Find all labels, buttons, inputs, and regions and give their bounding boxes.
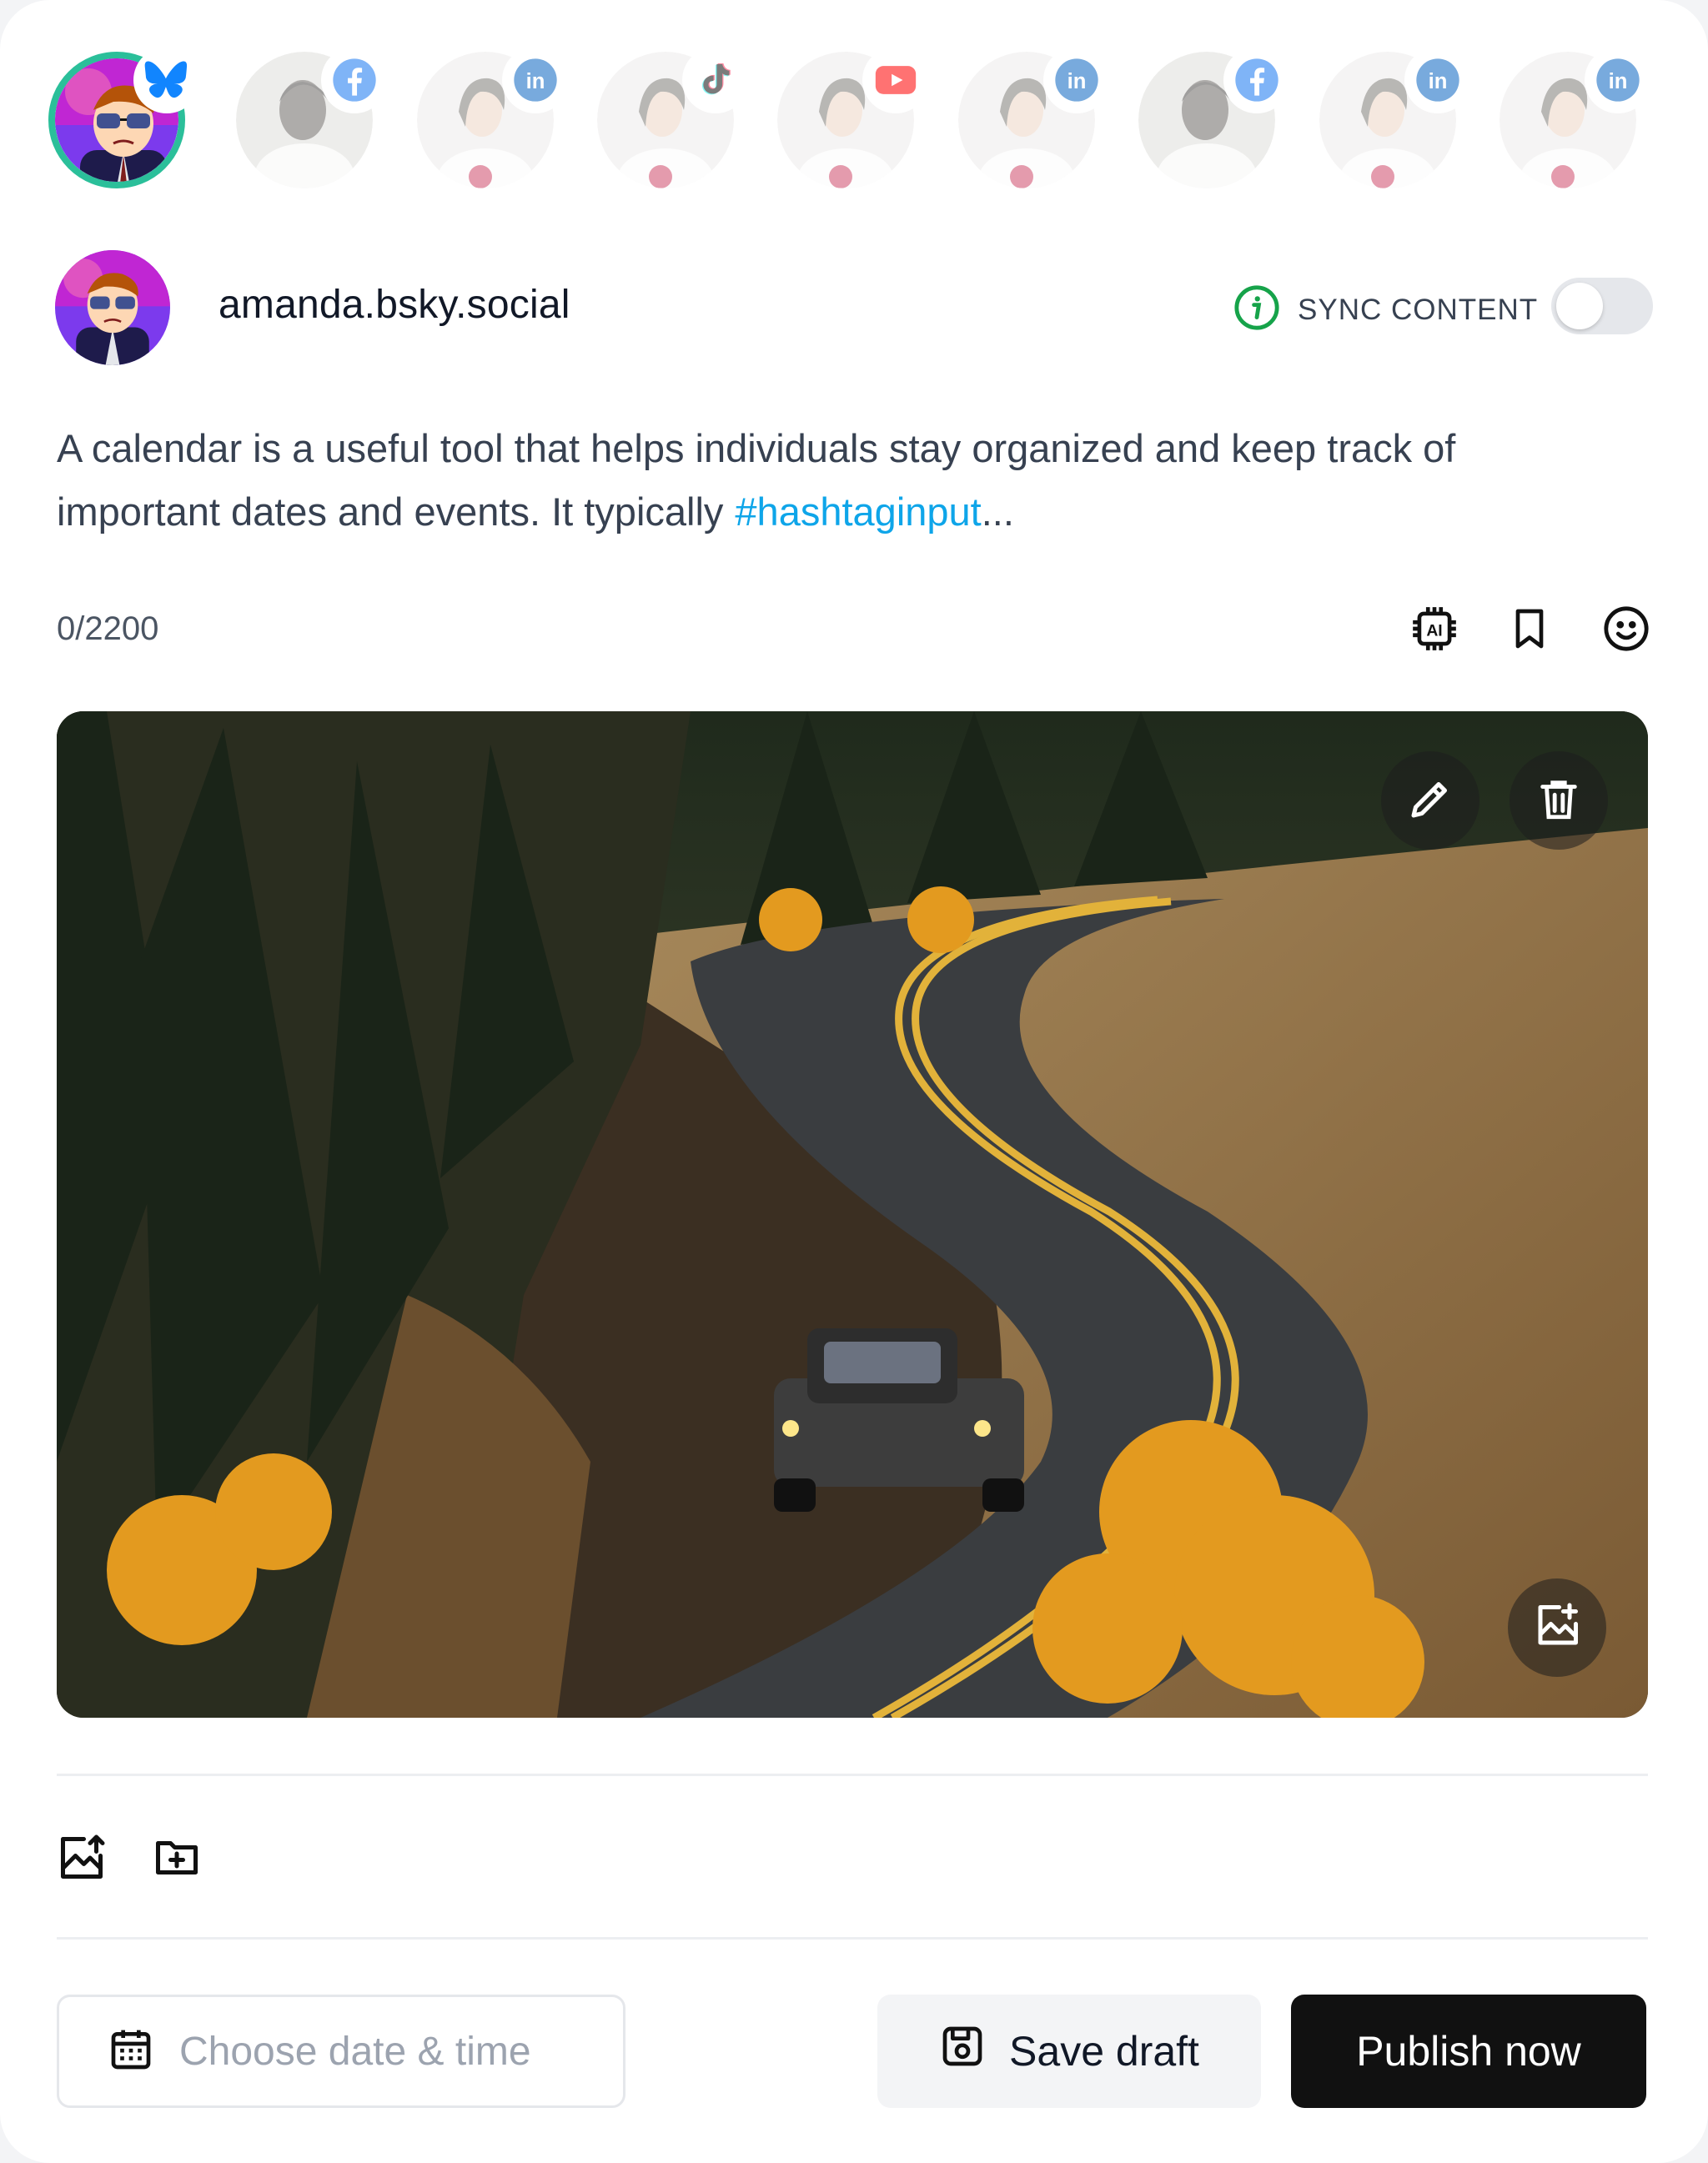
edit-image-button[interactable] [1381, 751, 1479, 850]
pencil-icon [1405, 774, 1455, 828]
youtube-icon [862, 47, 929, 113]
character-counter: 0/2200 [57, 610, 159, 647]
divider [57, 1774, 1648, 1776]
divider [57, 1937, 1648, 1940]
post-image [57, 711, 1648, 1718]
emoji-icon[interactable] [1600, 602, 1653, 655]
publish-now-label: Publish now [1356, 2028, 1581, 2075]
svg-text:in: in [1429, 70, 1448, 93]
post-composer-card: in in in in amanda.bsky.social SYNC CONT… [0, 0, 1708, 2163]
linkedin-icon: in [502, 47, 569, 113]
add-folder-button[interactable] [148, 1831, 205, 1888]
account-avatar-linkedin[interactable]: in [1319, 47, 1471, 188]
info-icon[interactable] [1233, 284, 1281, 336]
sync-content-toggle[interactable] [1551, 278, 1653, 334]
account-avatar-linkedin[interactable]: in [417, 47, 569, 188]
linkedin-icon: in [1585, 47, 1651, 113]
add-image-icon [1532, 1601, 1582, 1655]
facebook-icon [1223, 47, 1290, 113]
svg-text:in: in [526, 70, 545, 93]
save-draft-label: Save draft [1009, 2028, 1199, 2075]
save-draft-button[interactable]: Save draft [877, 1995, 1261, 2108]
ai-chip-icon[interactable]: AI [1408, 602, 1461, 655]
sync-content-label: SYNC CONTENT [1298, 293, 1539, 326]
calendar-icon [108, 2026, 154, 2077]
linkedin-icon: in [1404, 47, 1471, 113]
svg-text:in: in [1609, 70, 1628, 93]
road-landscape-photo [57, 711, 1648, 1718]
svg-text:AI: AI [1426, 622, 1442, 640]
bluesky-icon [133, 47, 200, 113]
post-text[interactable]: A calendar is a useful tool that helps i… [57, 417, 1625, 544]
svg-text:in: in [1068, 70, 1087, 93]
account-avatar-linkedin[interactable]: in [958, 47, 1110, 188]
add-folder-icon [152, 1833, 202, 1887]
add-image-button[interactable] [1508, 1578, 1606, 1677]
toggle-knob [1556, 283, 1603, 329]
linkedin-icon: in [1043, 47, 1110, 113]
account-avatar-facebook[interactable] [1138, 47, 1290, 188]
upload-image-icon [57, 1833, 107, 1887]
upload-image-button[interactable] [53, 1831, 110, 1888]
ellipsis: ... [981, 489, 1014, 534]
account-avatar-facebook[interactable] [236, 47, 388, 188]
trash-icon [1535, 775, 1583, 827]
publish-now-button[interactable]: Publish now [1291, 1995, 1646, 2108]
date-time-picker[interactable]: Choose date & time [57, 1995, 625, 2108]
date-time-placeholder: Choose date & time [179, 2029, 531, 2074]
tiktok-icon [682, 47, 749, 113]
save-icon [939, 2023, 986, 2080]
account-avatar-bluesky[interactable] [48, 47, 200, 188]
sync-content: SYNC CONTENT [1233, 284, 1538, 336]
account-avatar-linkedin[interactable]: in [1500, 47, 1651, 188]
facebook-icon [321, 47, 388, 113]
bookmark-icon[interactable] [1503, 602, 1556, 655]
profile-avatar [55, 250, 170, 365]
delete-image-button[interactable] [1510, 751, 1608, 850]
account-avatar-youtube[interactable] [777, 47, 929, 188]
hashtag[interactable]: #hashtaginput [735, 489, 981, 534]
username: amanda.bsky.social [219, 283, 570, 327]
account-avatar-tiktok[interactable] [597, 47, 749, 188]
